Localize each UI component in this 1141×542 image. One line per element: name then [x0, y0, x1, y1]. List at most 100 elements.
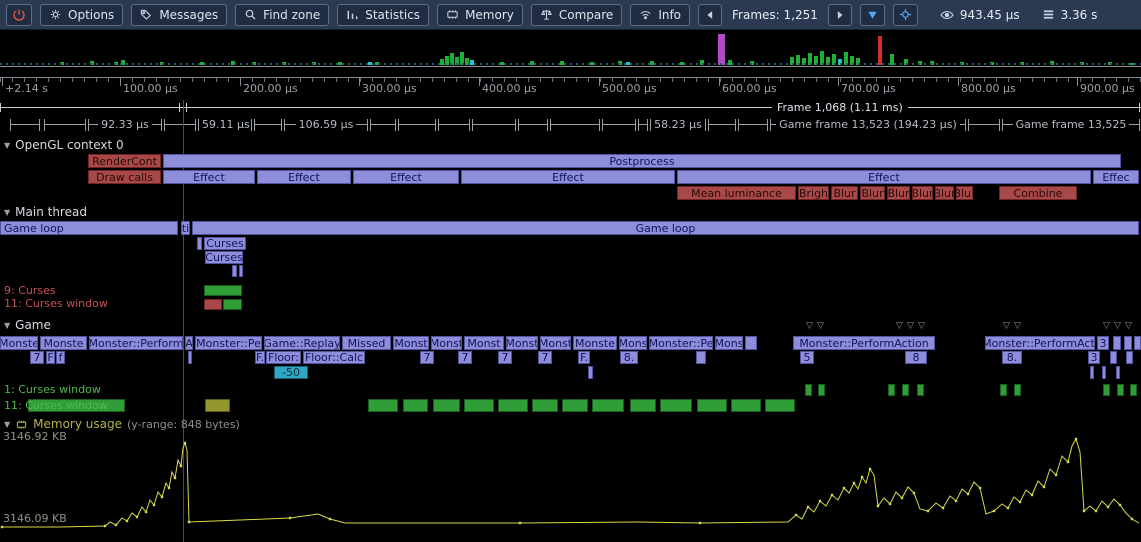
frame-time-bar[interactable]: [878, 36, 882, 65]
zone-bar[interactable]: [239, 265, 243, 277]
section-header-memory[interactable]: ▼ Memory usage (y-range: 848 bytes): [4, 417, 240, 431]
subframe-segment[interactable]: [708, 119, 736, 131]
subframe-segment[interactable]: [518, 119, 548, 131]
zone-bar[interactable]: [1000, 384, 1007, 396]
frame-time-bar[interactable]: [465, 58, 469, 65]
frame-overview[interactable]: [0, 30, 1141, 67]
message-marker-icon[interactable]: ▽: [1114, 322, 1121, 331]
frame-time-bar[interactable]: [850, 56, 854, 65]
zone-monster-perform[interactable]: Monster::Perform: [89, 336, 183, 350]
compare-button[interactable]: Compare: [531, 4, 622, 26]
message-marker-icon[interactable]: ▽: [1014, 322, 1021, 331]
zone-monster-performaction[interactable]: Monster::PerformAction: [793, 336, 935, 350]
frame-time-bar[interactable]: [750, 61, 754, 65]
zone-3[interactable]: 3: [1097, 336, 1109, 350]
zone-effect[interactable]: Effect: [163, 170, 255, 184]
zone-7[interactable]: 7: [498, 351, 512, 364]
zone-blur[interactable]: Blur: [887, 186, 910, 200]
subframe-segment[interactable]: [602, 119, 636, 131]
zone-bar[interactable]: [403, 399, 428, 412]
subframe-segment[interactable]: [370, 119, 396, 131]
zone-bar[interactable]: [498, 399, 528, 412]
message-marker-icon[interactable]: ▽: [1125, 322, 1132, 331]
zone-game-loop[interactable]: Game loop: [0, 221, 178, 235]
frame-time-bar[interactable]: [460, 52, 464, 65]
subframe-segment[interactable]: 106.59 μs: [284, 119, 368, 131]
frame-time-bar[interactable]: [790, 57, 794, 65]
zone-monste[interactable]: Monste: [573, 336, 617, 350]
zone-monst[interactable]: Monst: [431, 336, 462, 350]
subframe-segment[interactable]: 59.11 μs: [198, 119, 252, 131]
zone-bar[interactable]: [696, 351, 706, 364]
message-marker-icon[interactable]: ▽: [918, 322, 925, 331]
subframe-segment[interactable]: [738, 119, 768, 131]
zone-draw-calls[interactable]: Draw calls: [88, 170, 161, 184]
zone-blur[interactable]: Blur: [912, 186, 933, 200]
zone-blur[interactable]: Blur: [956, 186, 973, 200]
zone-floor[interactable]: Floor:: [266, 351, 301, 364]
zone-blur[interactable]: Blur: [831, 186, 858, 200]
zone-curses[interactable]: Curses: [205, 251, 243, 264]
collapse-icon[interactable]: ▼: [4, 420, 10, 429]
subframe-segment[interactable]: [472, 119, 516, 131]
frame-time-bar[interactable]: [890, 54, 894, 65]
frame-time-bar[interactable]: [450, 53, 454, 65]
zone-postprocess[interactable]: Postprocess: [163, 154, 1121, 168]
zone-bar[interactable]: [1116, 366, 1120, 379]
zone-effec[interactable]: Effec: [1093, 170, 1139, 184]
frame-time-bar[interactable]: [530, 61, 534, 65]
zone-f[interactable]: F: [46, 351, 55, 364]
zone-curses[interactable]: Curses: [204, 237, 246, 250]
message-marker-icon[interactable]: ▽: [806, 322, 813, 331]
frame-time-bar[interactable]: [904, 59, 908, 65]
frame-time-bar[interactable]: [1080, 62, 1084, 65]
zone-monst[interactable]: Monst: [464, 336, 504, 350]
find-zone-button[interactable]: Find zone: [235, 4, 329, 26]
zone-bar[interactable]: [588, 366, 593, 379]
subframe-segment[interactable]: [398, 119, 436, 131]
zone-bar[interactable]: [765, 399, 795, 412]
zone-monster-pe[interactable]: Monster::Pe: [195, 336, 262, 350]
frame-time-bar[interactable]: [680, 62, 684, 65]
subframe-segment[interactable]: [44, 119, 86, 131]
collapse-icon[interactable]: ▼: [4, 321, 10, 330]
zone-bar[interactable]: [1110, 351, 1117, 364]
messages-button[interactable]: Messages: [131, 4, 227, 26]
subframe-segment[interactable]: [10, 119, 40, 131]
frame-time-bar[interactable]: [1020, 62, 1024, 65]
frame-time-bar[interactable]: [650, 61, 654, 65]
zone-brigh[interactable]: Brigh: [798, 186, 829, 200]
frame-time-bar[interactable]: [844, 52, 848, 65]
frame-time-bar[interactable]: [1108, 62, 1112, 65]
center-view-button[interactable]: [893, 4, 918, 26]
zone-bar[interactable]: [1103, 384, 1110, 396]
frame-time-bar[interactable]: [200, 62, 204, 65]
subframe-segment[interactable]: [164, 119, 196, 131]
zone-combine[interactable]: Combine: [999, 186, 1077, 200]
zone-bar[interactable]: [731, 399, 761, 412]
zone-bar[interactable]: [562, 399, 588, 412]
zone-mons[interactable]: Mons: [619, 336, 647, 350]
zone-7[interactable]: 7: [458, 351, 472, 364]
zone-rendercont[interactable]: RenderCont: [88, 154, 161, 168]
zone-bar[interactable]: [204, 299, 222, 310]
next-frame-button[interactable]: [828, 4, 852, 26]
message-marker-icon[interactable]: ▽: [907, 322, 914, 331]
subframe-segment[interactable]: 58.23 μs: [650, 119, 706, 131]
frame-time-bar[interactable]: [718, 34, 725, 65]
frame-time-bar[interactable]: [338, 62, 342, 65]
frame-time-bar[interactable]: [618, 61, 622, 65]
zone-bar[interactable]: [1134, 336, 1141, 350]
zone-bar[interactable]: [1090, 366, 1094, 379]
zone-monst[interactable]: Monst: [393, 336, 429, 350]
zone-bar[interactable]: [630, 399, 656, 412]
zone-f[interactable]: F.: [578, 351, 590, 364]
frame-time-bar[interactable]: [796, 55, 800, 65]
power-button[interactable]: [6, 4, 32, 26]
options-button[interactable]: Options: [40, 4, 123, 26]
zone-bar[interactable]: [818, 384, 825, 396]
subframe-segment[interactable]: Game frame 13,525: [1002, 119, 1140, 131]
frame-time-bar[interactable]: [90, 61, 94, 65]
zone-bar[interactable]: [592, 399, 624, 412]
message-marker-icon[interactable]: ▽: [896, 322, 903, 331]
